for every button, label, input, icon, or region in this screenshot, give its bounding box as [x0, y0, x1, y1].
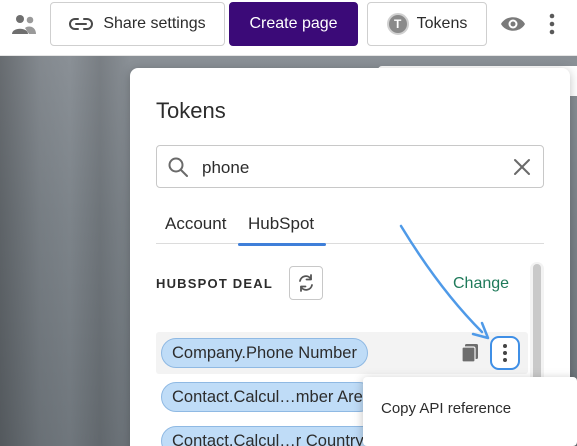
more-vertical-icon — [503, 344, 507, 362]
token-row[interactable]: Company.Phone Number — [156, 332, 528, 374]
token-context-menu: Copy API reference — [363, 377, 577, 446]
search-field[interactable]: phone — [156, 145, 544, 188]
tokens-button-label: Tokens — [416, 15, 468, 32]
link-icon — [69, 18, 94, 30]
top-toolbar: Share settings Create page T Tokens — [0, 0, 577, 56]
section-label: HUBSPOT DEAL — [156, 276, 273, 291]
create-page-button[interactable]: Create page — [229, 2, 358, 46]
change-link[interactable]: Change — [453, 275, 509, 293]
token-chip[interactable]: Contact.Calcul…mber Are — [161, 382, 374, 412]
more-vertical-icon[interactable] — [546, 12, 558, 36]
sync-icon — [299, 274, 313, 292]
tab-hubspot[interactable]: HubSpot — [238, 214, 326, 246]
share-settings-label: Share settings — [103, 15, 206, 32]
tab-account[interactable]: Account — [165, 214, 226, 244]
people-icon[interactable] — [11, 13, 37, 35]
create-page-label: Create page — [249, 15, 338, 32]
swap-object-button[interactable] — [289, 266, 323, 300]
token-chip[interactable]: Company.Phone Number — [161, 338, 368, 368]
tokens-badge-icon: T — [386, 13, 409, 35]
share-settings-button[interactable]: Share settings — [50, 2, 225, 46]
search-icon — [168, 157, 188, 177]
eye-icon[interactable] — [500, 14, 526, 34]
close-icon[interactable] — [513, 158, 531, 176]
token-more-button[interactable] — [490, 336, 520, 370]
menu-item-copy-api-reference[interactable]: Copy API reference — [381, 400, 511, 417]
copy-icon[interactable] — [460, 343, 480, 363]
tokens-button[interactable]: T Tokens — [367, 2, 487, 46]
page: Share settings Create page T Tokens Toke… — [0, 0, 577, 446]
token-tabs: Account HubSpot — [156, 214, 544, 246]
search-input[interactable]: phone — [202, 158, 249, 178]
panel-title: Tokens — [156, 98, 226, 123]
